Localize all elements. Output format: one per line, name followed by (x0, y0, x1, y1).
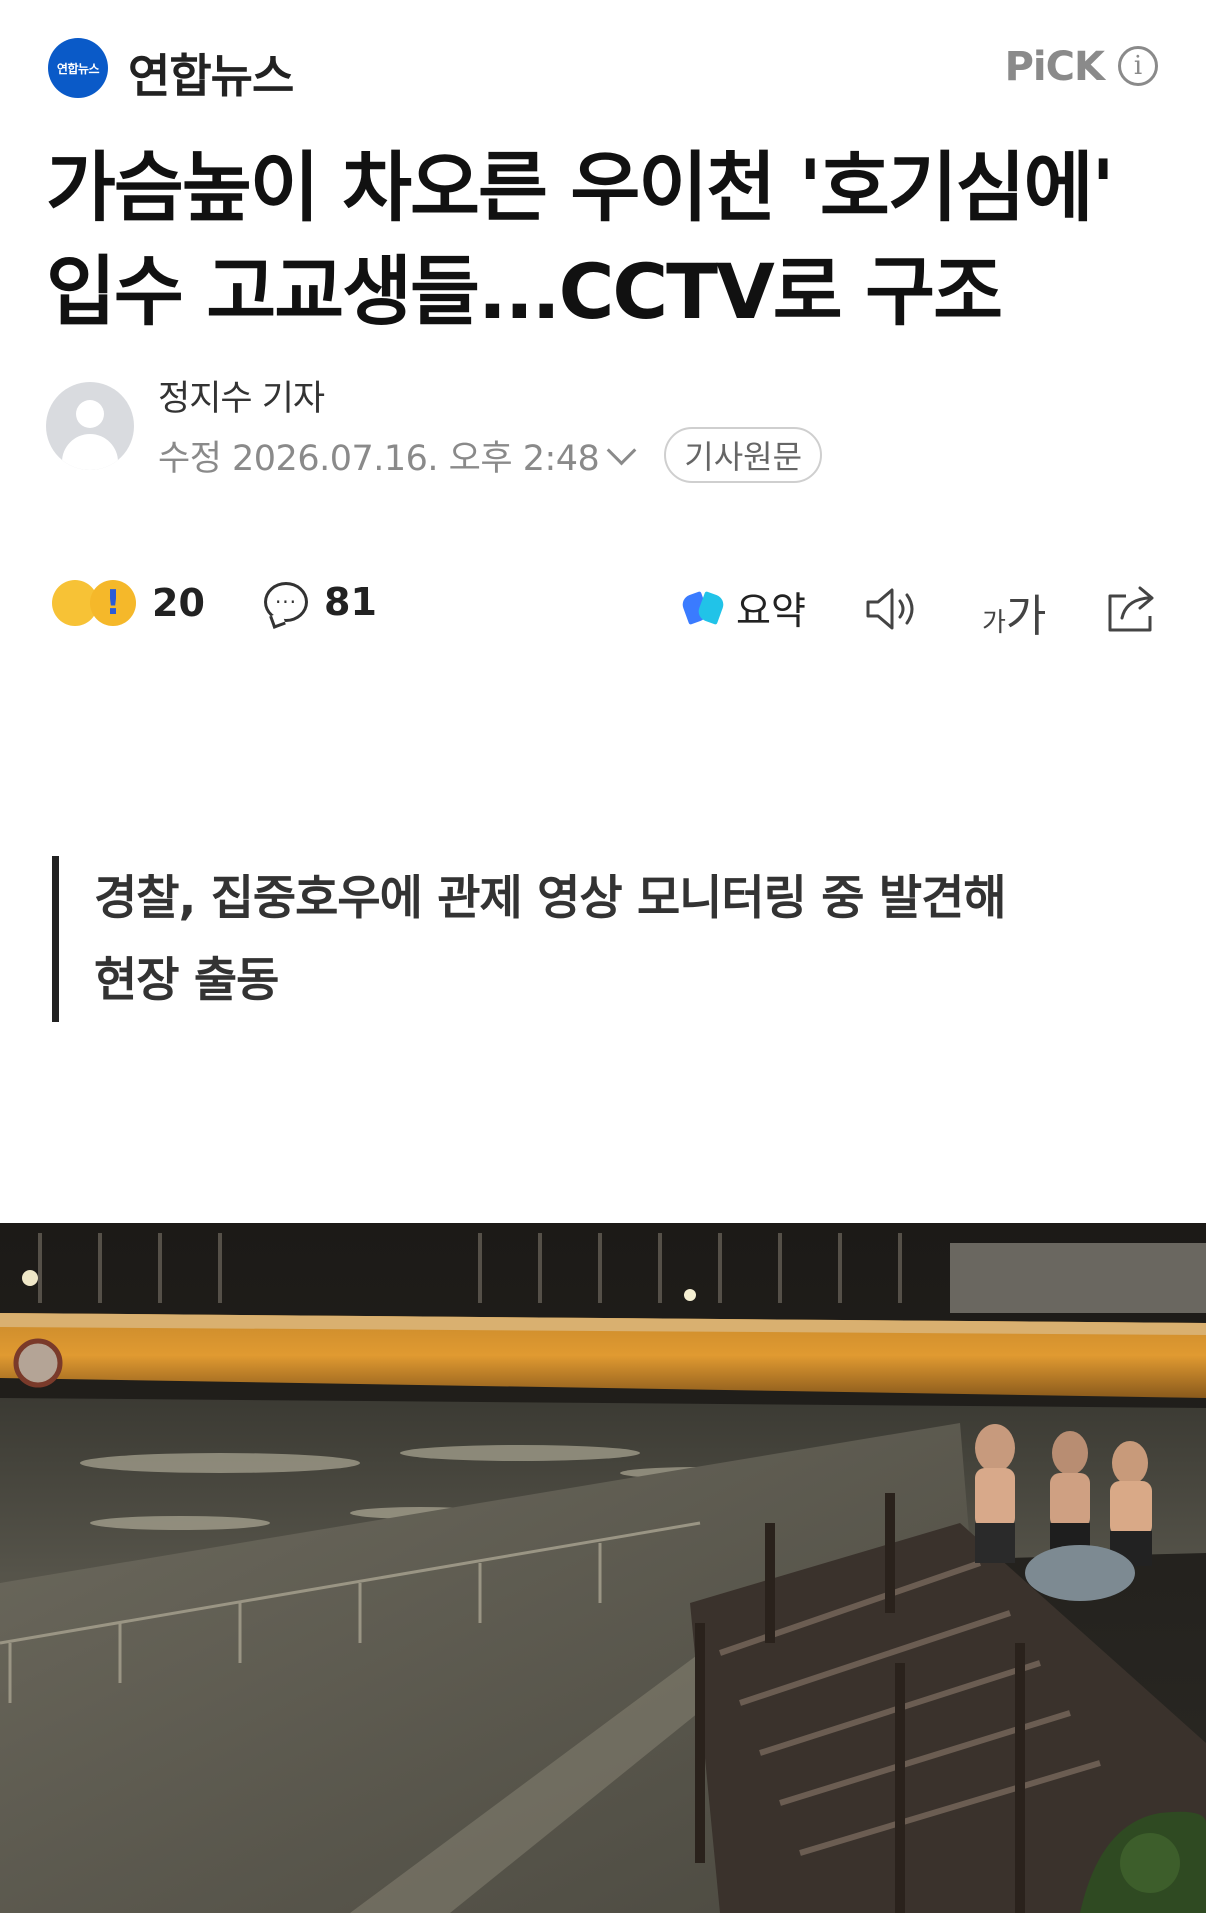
ai-summary-icon (679, 588, 727, 628)
pick-label: PiCK (1004, 44, 1105, 90)
summary-button[interactable]: 요약 (679, 580, 806, 635)
article-subheadline: 경찰, 집중호우에 관제 영상 모니터링 중 발견해 현장 출동 (94, 858, 1154, 1022)
comment-bubble-icon: ··· (264, 582, 308, 622)
exclamation-icon: ! (90, 580, 136, 626)
reaction-count: 20 (152, 581, 205, 625)
font-size-large-glyph: 가 (1005, 591, 1047, 642)
original-article-button[interactable]: 기사원문 (664, 427, 823, 483)
publisher-header: 연합뉴스 연합뉴스 PiCK i (48, 38, 1158, 103)
title-line-2: 입수 고교생들...CCTV로 구조 (46, 247, 1003, 336)
comment-button[interactable]: ··· 81 (264, 580, 377, 624)
article-title: 가슴높이 차오른 우이천 '호기심에' 입수 고교생들...CCTV로 구조 (46, 136, 1166, 344)
comment-count: 81 (324, 580, 377, 624)
date-row: 수정 2026.07.16. 오후 2:48 기사원문 (158, 427, 823, 483)
subhead-line-1: 경찰, 집중호우에 관제 영상 모니터링 중 발견해 (94, 871, 1007, 926)
subhead-line-2: 현장 출동 (94, 953, 279, 1008)
reporter-name[interactable]: 정지수 기자 (158, 370, 325, 421)
reaction-button[interactable]: ! 20 (52, 580, 205, 626)
article-date[interactable]: 수정 2026.07.16. 오후 2:48 (158, 430, 600, 481)
title-line-1: 가슴높이 차오른 우이천 '호기심에' (46, 143, 1115, 232)
avatar-head (76, 400, 104, 428)
quote-bar (52, 856, 59, 1022)
avatar-body (62, 434, 118, 470)
publisher-name[interactable]: 연합뉴스 (128, 40, 294, 106)
speaker-icon[interactable] (864, 586, 924, 632)
share-icon[interactable] (1104, 582, 1158, 634)
action-bar: ! 20 ··· 81 요약 가가 (52, 580, 1158, 642)
font-size-button[interactable]: 가가 (982, 580, 1046, 644)
reporter-avatar[interactable] (46, 382, 134, 470)
publisher-logo[interactable]: 연합뉴스 (48, 38, 108, 98)
info-icon[interactable]: i (1118, 46, 1158, 86)
summary-label: 요약 (736, 589, 806, 633)
chevron-down-icon[interactable] (606, 435, 637, 465)
font-size-small-glyph: 가 (982, 608, 1006, 638)
article-photo[interactable] (0, 1223, 1206, 1913)
